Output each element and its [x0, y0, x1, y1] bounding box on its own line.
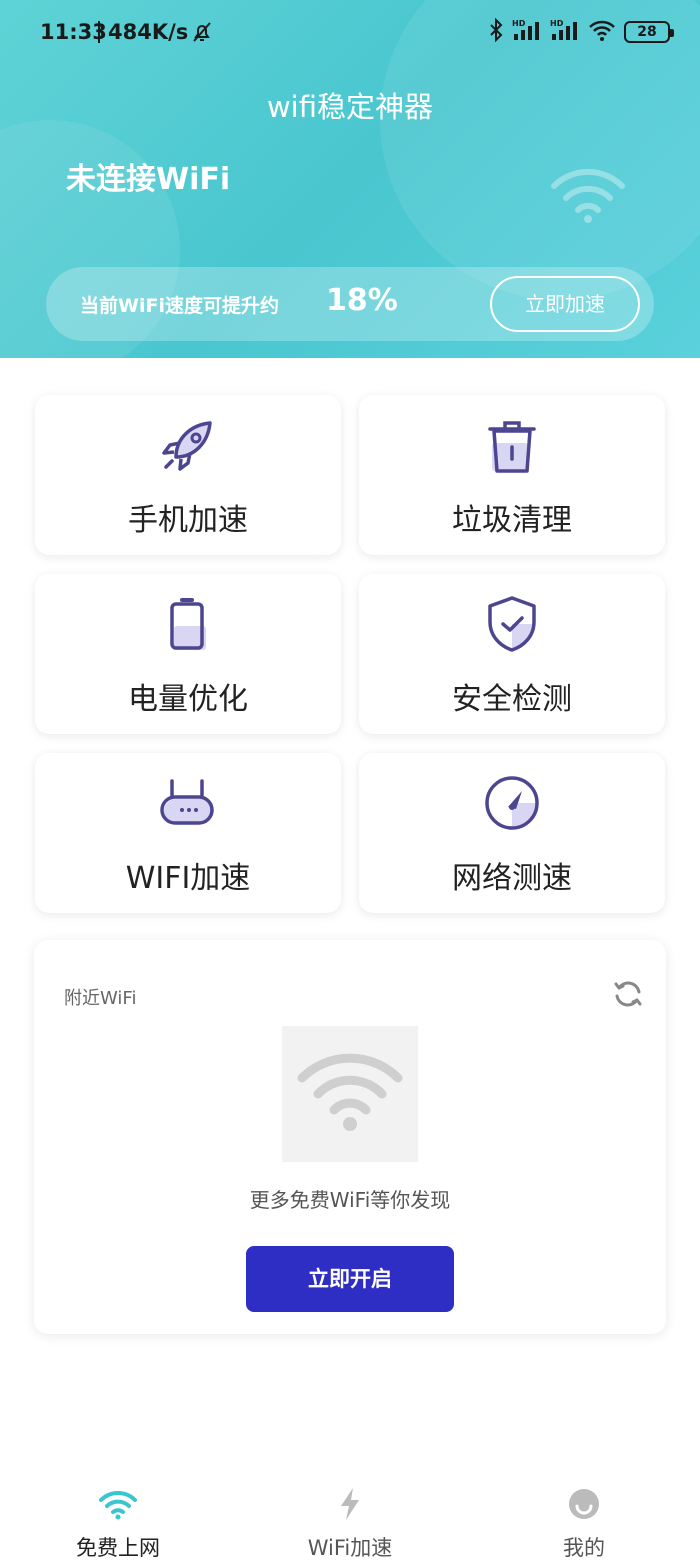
empty-wifi-illustration: [282, 1026, 418, 1162]
nearby-wifi-panel: 附近WiFi 更多免费WiFi等你发现 立即开启: [34, 940, 666, 1334]
router-icon: [158, 773, 218, 833]
speed-hint-text: 当前WiFi速度可提升约: [80, 295, 279, 317]
nearby-wifi-title: 附近WiFi: [64, 988, 137, 1009]
empty-state-text: 更多免费WiFi等你发现: [249, 1188, 451, 1212]
nav-tab-profile[interactable]: 我的: [504, 1486, 664, 1562]
feature-card-battery-optimize[interactable]: 电量优化: [35, 574, 341, 734]
trash-icon: [482, 415, 542, 475]
bottom-nav: 免费上网 WiFi加速 我的: [0, 1470, 700, 1563]
boost-now-button[interactable]: 立即加速: [490, 276, 640, 332]
rocket-icon: [158, 415, 218, 475]
feature-label: WIFI加速: [125, 861, 251, 896]
feature-label: 电量优化: [128, 682, 248, 717]
svg-text:HD: HD: [512, 19, 526, 28]
enable-wifi-button[interactable]: 立即开启: [246, 1246, 454, 1312]
signal-hd-icon: HD: [550, 18, 580, 46]
speed-percent: 18%: [326, 283, 398, 318]
header: 11:33 484K/s HD HD 28 wifi稳定神器 未连接WiFi 当…: [0, 0, 700, 358]
svg-text:HD: HD: [550, 19, 564, 28]
feature-card-security-check[interactable]: 安全检测: [359, 574, 665, 734]
shield-check-icon: [482, 594, 542, 654]
wifi-icon: [548, 164, 628, 228]
nav-tab-free-internet[interactable]: 免费上网: [38, 1486, 198, 1562]
status-network-speed: 484K/s: [108, 20, 189, 44]
smiley-icon: [504, 1486, 664, 1522]
feature-card-wifi-boost[interactable]: WIFI加速: [35, 753, 341, 913]
wifi-icon: [38, 1486, 198, 1522]
nav-label: 免费上网: [76, 1536, 160, 1560]
lightning-icon: [270, 1486, 430, 1522]
speedometer-icon: [482, 773, 542, 833]
feature-label: 垃圾清理: [452, 503, 572, 538]
signal-hd-icon: HD: [512, 18, 542, 46]
battery-icon: [158, 594, 218, 654]
speed-boost-banner: 当前WiFi速度可提升约 18% 立即加速: [46, 267, 654, 341]
status-divider: [98, 21, 100, 43]
feature-card-phone-boost[interactable]: 手机加速: [35, 395, 341, 555]
status-time: 11:33: [40, 20, 107, 44]
nav-label: 我的: [563, 1536, 605, 1560]
feature-card-junk-clean[interactable]: 垃圾清理: [359, 395, 665, 555]
status-icons: HD HD 28: [488, 17, 674, 46]
feature-label: 手机加速: [128, 503, 248, 538]
status-bar: 11:33 484K/s HD HD 28: [0, 0, 700, 68]
bell-muted-icon: [190, 20, 214, 48]
bluetooth-icon: [488, 17, 504, 46]
app-title: wifi稳定神器: [266, 90, 434, 124]
wifi-status-icon: [588, 18, 616, 46]
nav-label: WiFi加速: [307, 1536, 393, 1560]
nav-tab-wifi-boost[interactable]: WiFi加速: [270, 1486, 430, 1562]
battery-indicator: 28: [624, 21, 674, 43]
feature-card-speed-test[interactable]: 网络测速: [359, 753, 665, 913]
feature-label: 网络测速: [452, 861, 572, 896]
connection-status: 未连接WiFi: [66, 162, 231, 197]
refresh-icon[interactable]: [612, 978, 644, 1014]
feature-label: 安全检测: [452, 682, 572, 717]
